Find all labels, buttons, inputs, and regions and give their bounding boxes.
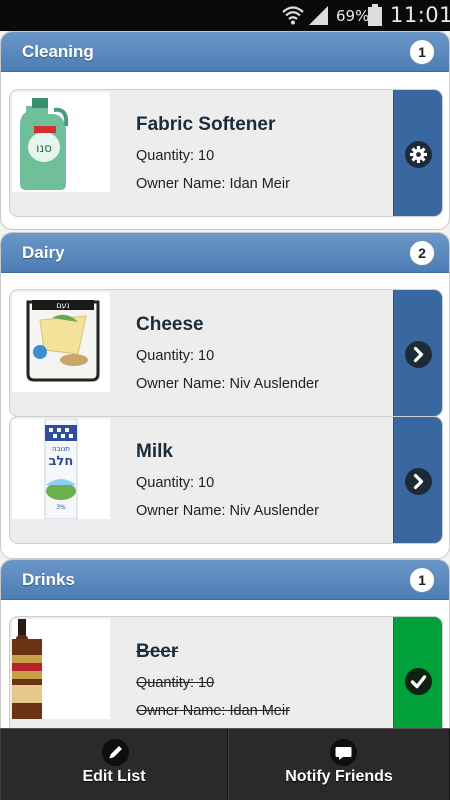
product-percent-text: 3% [56, 504, 66, 511]
list-item[interactable]: סנו Fabric Softener Quantity: 10 Owner N… [9, 89, 443, 217]
product-image-beer [12, 619, 110, 719]
chevron-right-icon [405, 341, 432, 368]
list-item[interactable]: תנובה חלב 3% Milk Quantity: 10 Owner Nam… [9, 416, 443, 544]
bottom-toolbar: Edit List Notify Friends [0, 728, 450, 800]
shopping-list[interactable]: Cleaning 1 סנו Fabric Softener Quantity:… [0, 31, 450, 728]
item-name: Milk [136, 441, 173, 462]
item-details-button[interactable] [393, 417, 442, 543]
item-name: Fabric Softener [136, 114, 276, 135]
count-badge: 1 [409, 39, 435, 65]
item-quantity: Quantity: 10 [136, 675, 215, 691]
product-brand-text: תנובה [52, 445, 70, 453]
edit-list-button[interactable]: Edit List [0, 729, 228, 800]
battery-icon [368, 4, 382, 31]
notify-friends-label: Notify Friends [285, 768, 393, 785]
wifi-icon [282, 5, 304, 30]
category-dairy: Dairy 2 נעם Cheese Quantity: 10 Owner Na… [0, 232, 450, 559]
gear-icon [405, 141, 432, 168]
category-title: Cleaning [22, 42, 94, 61]
clock: 11:01 [390, 3, 450, 27]
category-title: Dairy [22, 243, 65, 262]
category-header[interactable]: Cleaning 1 [1, 32, 449, 72]
count-badge: 1 [409, 567, 435, 593]
item-done-toggle[interactable] [393, 617, 442, 728]
list-item[interactable]: Beer Quantity: 10 Owner Name: Idan Meir [9, 616, 443, 728]
item-settings-button[interactable] [393, 90, 442, 216]
item-owner: Owner Name: Idan Meir [136, 176, 290, 192]
chat-bubble-icon [330, 739, 357, 766]
count-badge: 2 [409, 240, 435, 266]
item-quantity: Quantity: 10 [136, 348, 215, 364]
item-owner: Owner Name: Idan Meir [136, 703, 290, 719]
item-name: Cheese [136, 314, 204, 335]
product-image-fabric-softener: סנו [12, 92, 110, 192]
category-drinks: Drinks 1 Beer Quantity: 10 Owner Name: I… [0, 559, 450, 728]
notify-friends-button[interactable]: Notify Friends [228, 729, 450, 800]
product-brand-text: סנו [36, 141, 52, 155]
category-header[interactable]: Drinks 1 [1, 560, 449, 600]
category-header[interactable]: Dairy 2 [1, 233, 449, 273]
item-quantity: Quantity: 10 [136, 475, 215, 491]
item-details-button[interactable] [393, 290, 442, 416]
category-title: Drinks [22, 570, 75, 589]
item-quantity: Quantity: 10 [136, 148, 215, 164]
check-icon [405, 668, 432, 695]
item-owner: Owner Name: Niv Auslender [136, 503, 319, 519]
item-owner: Owner Name: Niv Auslender [136, 376, 319, 392]
product-brand-text: נעם [56, 301, 70, 310]
product-image-cheese: נעם [12, 292, 110, 392]
pencil-icon [102, 739, 129, 766]
product-image-milk: תנובה חלב 3% [12, 419, 110, 519]
category-cleaning: Cleaning 1 סנו Fabric Softener Quantity:… [0, 31, 450, 230]
battery-percent: 69% [336, 7, 370, 25]
status-bar: 69% 11:01 [0, 0, 450, 31]
edit-list-label: Edit List [82, 768, 146, 785]
chevron-right-icon [405, 468, 432, 495]
list-item[interactable]: נעם Cheese Quantity: 10 Owner Name: Niv … [9, 289, 443, 417]
product-title-text: חלב [49, 454, 74, 469]
signal-icon [309, 6, 329, 31]
item-name: Beer [136, 641, 179, 662]
